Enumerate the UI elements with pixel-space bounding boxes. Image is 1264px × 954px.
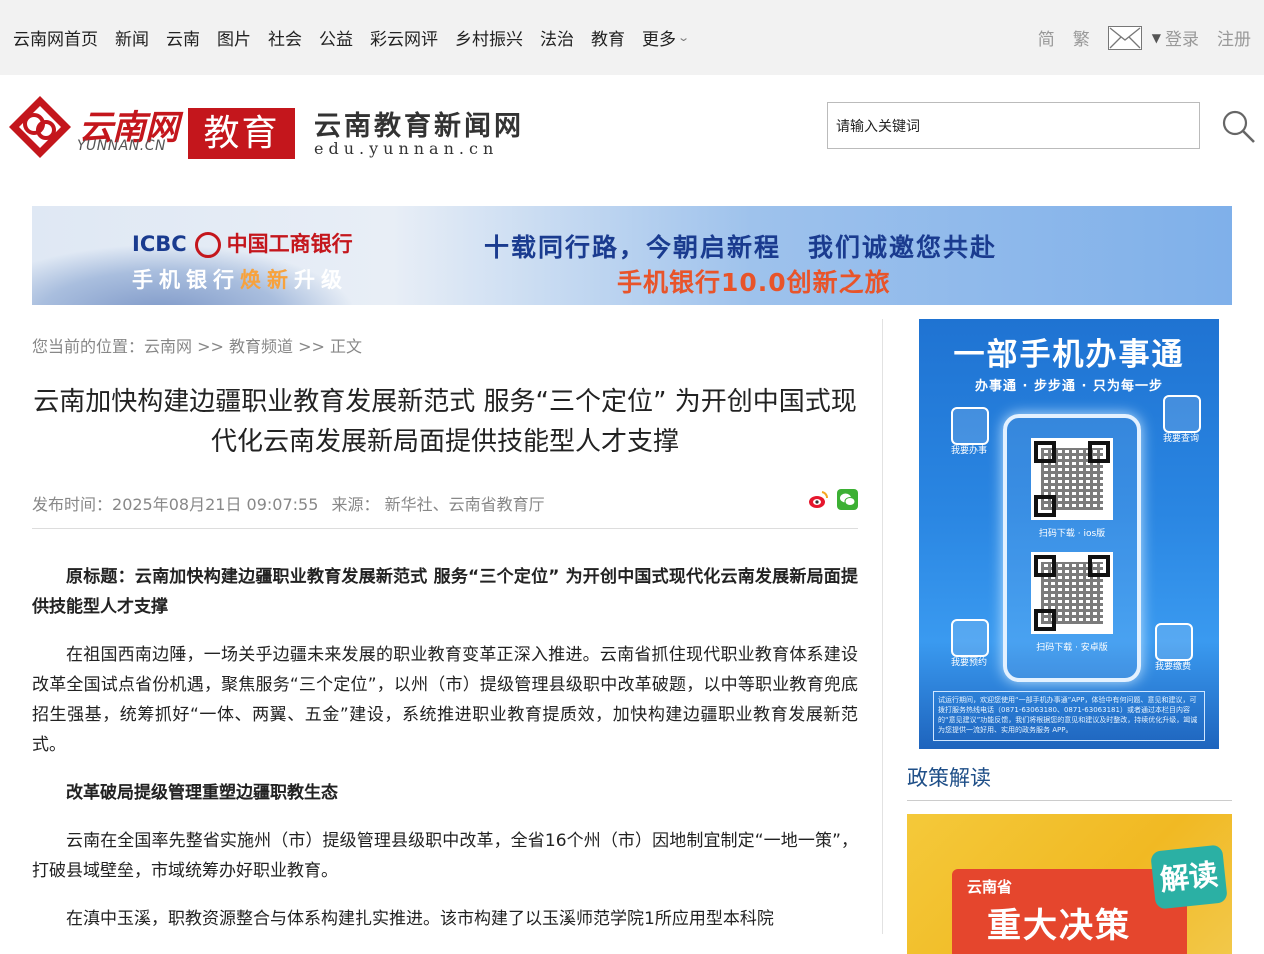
tile-label: 我要办事 (951, 446, 988, 456)
breadcrumb-separator: >> (192, 337, 230, 356)
nav-item-home[interactable]: 云南网首页 (13, 25, 98, 50)
login-link[interactable]: 登录 (1165, 25, 1199, 50)
nav-item-news[interactable]: 新闻 (115, 25, 149, 50)
tile-label: 我要缴费 (1155, 662, 1192, 672)
mail-icon[interactable] (1107, 25, 1142, 50)
breadcrumb: 您当前的位置：云南网 >> 教育频道 >> 正文 (32, 333, 362, 357)
search-icon[interactable] (1220, 108, 1256, 144)
banner-upgrade-highlight: 焕新 (240, 268, 294, 292)
banner-slogan-2: 手机银行10.0创新之旅 (617, 268, 891, 297)
payment-icon (1155, 623, 1193, 661)
banner-upgrade-b: 升级 (294, 268, 348, 292)
banner-bank-en: ICBC (132, 232, 187, 256)
article-paragraph: 在滇中玉溪，职教资源整合与体系构建扎实推进。该市构建了以玉溪师范学院1所应用型本… (66, 909, 774, 929)
decision-card-title: 重大决策 (987, 906, 1131, 946)
policy-interpretation-card[interactable]: 云南省 重大决策 解读 (907, 814, 1232, 954)
search-input[interactable] (827, 102, 1200, 149)
nav-item-commentary[interactable]: 彩云网评 (370, 25, 438, 50)
caret-down-icon[interactable]: ▼ (1152, 31, 1161, 45)
poster-footnote: 试运行期间，欢迎您使用“一部手机办事通”APP，体验中有何问题、意见和建议，可拨… (933, 691, 1205, 741)
app-promo-poster[interactable]: 一部手机办事通 办事通 · 步步通 · 只为每一步 我要办事 我要查询 我要预约… (919, 319, 1219, 749)
breadcrumb-channel[interactable]: 教育频道 (229, 337, 293, 356)
breadcrumb-separator: >> (293, 337, 331, 356)
column-divider (882, 319, 883, 934)
nav-item-rural[interactable]: 乡村振兴 (455, 25, 523, 50)
ios-qr-caption: 扫码下载 · ios版 (1038, 529, 1106, 539)
icbc-logo-icon (194, 232, 221, 258)
nav-item-yunnan[interactable]: 云南 (166, 25, 200, 50)
article-paragraph: 在祖国西南边陲，一场关乎边疆未来发展的职业教育变革正深入推进。云南省抓住现代职业… (32, 645, 858, 755)
publish-time: 2025年08月21日 09:07:55 (112, 495, 319, 514)
nav-more-dropdown[interactable]: 更多 ⌄ (642, 25, 691, 50)
source-label: 来源： (331, 495, 380, 514)
site-url: edu.yunnan.cn (314, 139, 499, 158)
section-divider (907, 800, 1232, 801)
site-name: 云南教育新闻网 (314, 111, 524, 142)
article-body: 原标题：云南加快构建边疆职业教育发展新范式 服务“三个定位” 为开创中国式现代化… (32, 562, 858, 952)
top-navigation-bar: 云南网首页 新闻 云南 图片 社会 公益 彩云网评 乡村振兴 法治 教育 更多 ⌄… (0, 0, 1264, 75)
nav-item-education[interactable]: 教育 (591, 25, 625, 50)
article-meta: 发布时间：2025年08月21日 09:07:55 来源： 新华社、云南省教育厅 (32, 491, 545, 515)
icbc-banner-ad[interactable]: ICBC 中国工商银行 手机银行焕新升级 十载同行路，今朝启新程 我们诚邀您共赴 … (32, 206, 1232, 305)
banner-upgrade-a: 手机银行 (132, 268, 240, 292)
article-title: 云南加快构建边疆职业教育发展新范式 服务“三个定位” 为开创中国式现代化云南发展… (33, 387, 857, 457)
wechat-share-icon[interactable] (837, 489, 858, 510)
phone-graphic: 扫码下载 · ios版 扫码下载 · 安卓版 (1003, 414, 1141, 682)
site-logo[interactable]: 云南网 YUNNAN.CN 教育 云南教育新闻网 edu.yunnan.cn (7, 94, 521, 162)
weibo-share-icon[interactable] (808, 489, 829, 510)
poster-title: 一部手机办事通 (953, 337, 1185, 373)
android-qr-code (1031, 552, 1113, 634)
calendar-icon (951, 619, 989, 657)
decision-card-province: 云南省 (967, 878, 1013, 896)
main-nav: 云南网首页 新闻 云南 图片 社会 公益 彩云网评 乡村振兴 法治 教育 更多 ⌄ (13, 25, 705, 50)
article-original-title: 原标题：云南加快构建边疆职业教育发展新范式 服务“三个定位” 为开创中国式现代化… (32, 567, 858, 617)
qr-finder (1034, 495, 1056, 517)
qr-finder (1088, 441, 1110, 463)
simplified-chinese-toggle[interactable]: 简 (1038, 25, 1055, 50)
nav-item-society[interactable]: 社会 (268, 25, 302, 50)
magnifier-icon (1163, 395, 1201, 433)
policy-section-title[interactable]: 政策解读 (907, 762, 991, 792)
register-link[interactable]: 注册 (1217, 25, 1251, 50)
nav-item-charity[interactable]: 公益 (319, 25, 353, 50)
qr-finder (1034, 609, 1056, 631)
breadcrumb-home[interactable]: 云南网 (144, 337, 192, 356)
handshake-icon (951, 407, 989, 445)
publish-label: 发布时间： (32, 495, 113, 514)
tile-label: 我要查询 (1163, 434, 1200, 444)
banner-bank-cn: 中国工商银行 (226, 232, 353, 256)
qr-finder (1088, 555, 1110, 577)
nav-more-label: 更多 (642, 30, 676, 50)
banner-slogan: 十载同行路，今朝启新程 我们诚邀您共赴 (484, 233, 998, 262)
qr-finder (1034, 441, 1056, 463)
banner-upgrade-text: 手机银行焕新升级 (132, 264, 348, 294)
channel-badge: 教育 (188, 108, 295, 159)
article-subheading: 改革破局提级管理重塑边疆职教生态 (66, 783, 338, 803)
interpretation-badge: 解读 (1150, 844, 1228, 910)
brand-name-en: YUNNAN.CN (77, 138, 166, 154)
breadcrumb-prefix: 您当前的位置： (32, 337, 145, 356)
article-paragraph: 云南在全国率先整省实施州（市）提级管理县级职中改革，全省16个州（市）因地制宜制… (32, 831, 858, 881)
banner-bank-name: ICBC 中国工商银行 (132, 228, 353, 258)
nav-item-law[interactable]: 法治 (540, 25, 574, 50)
traditional-chinese-toggle[interactable]: 繁 (1073, 25, 1090, 50)
source-value: 新华社、云南省教育厅 (384, 495, 545, 514)
ios-qr-code (1031, 438, 1113, 520)
user-nav: 简 繁 ▼ 登录 注册 (1020, 25, 1251, 50)
meta-divider (32, 528, 858, 529)
share-buttons (808, 489, 858, 510)
poster-subtitle: 办事通 · 步步通 · 只为每一步 (975, 379, 1163, 394)
qr-finder (1034, 555, 1056, 577)
chevron-down-icon: ⌄ (677, 31, 691, 44)
yunnan-logo-icon (9, 96, 71, 158)
android-qr-caption: 扫码下载 · 安卓版 (1036, 643, 1108, 653)
tile-label: 我要预约 (951, 658, 988, 668)
nav-item-photos[interactable]: 图片 (217, 25, 251, 50)
breadcrumb-current: 正文 (330, 337, 363, 356)
